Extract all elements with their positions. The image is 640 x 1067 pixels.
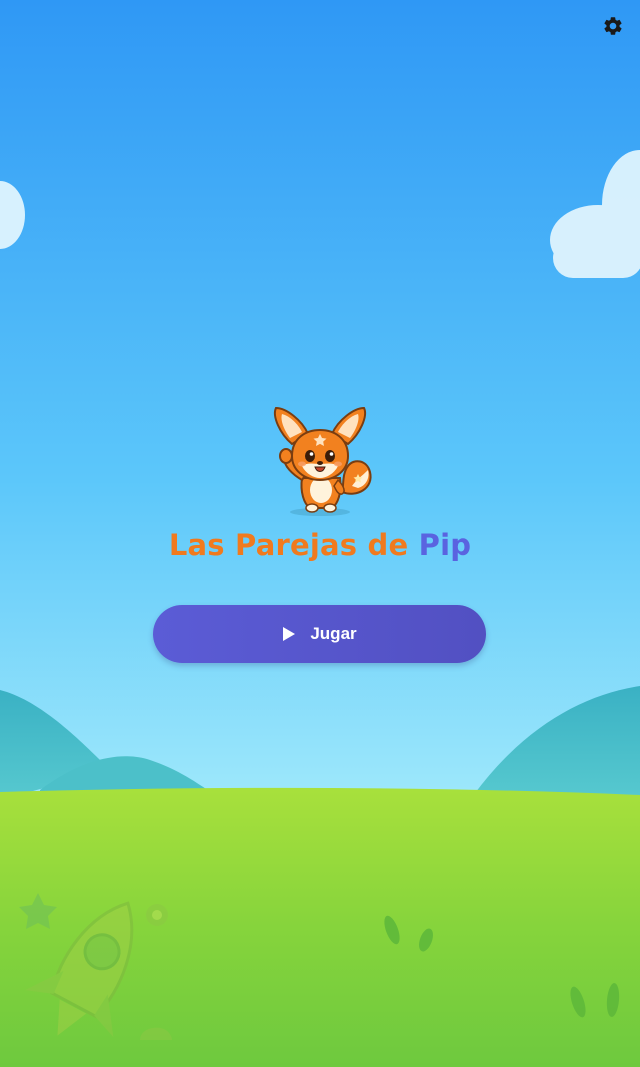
title-main: Las Parejas de — [168, 528, 419, 562]
fox-mascot — [274, 406, 372, 516]
play-button[interactable]: Jugar — [153, 605, 486, 663]
settings-button[interactable] — [600, 13, 626, 39]
gear-icon — [604, 17, 622, 35]
title-name: Pip — [418, 528, 472, 562]
game-title: Las Parejas de Pip — [0, 528, 640, 562]
play-button-label: Jugar — [310, 624, 357, 643]
play-icon — [283, 627, 296, 641]
